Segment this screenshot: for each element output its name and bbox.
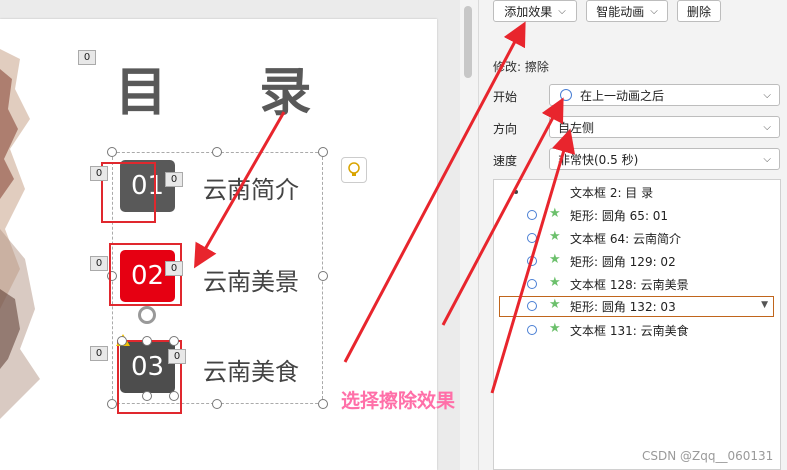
watermark: CSDN @Zqq__060131 — [642, 449, 774, 463]
arrow-to-add-effect — [343, 21, 526, 363]
annotation-text: 选择擦除效果 — [341, 390, 456, 412]
arrow-to-item-02 — [194, 111, 286, 269]
arrow-to-direction-select — [490, 128, 576, 394]
arrow-to-start-select — [441, 97, 564, 326]
